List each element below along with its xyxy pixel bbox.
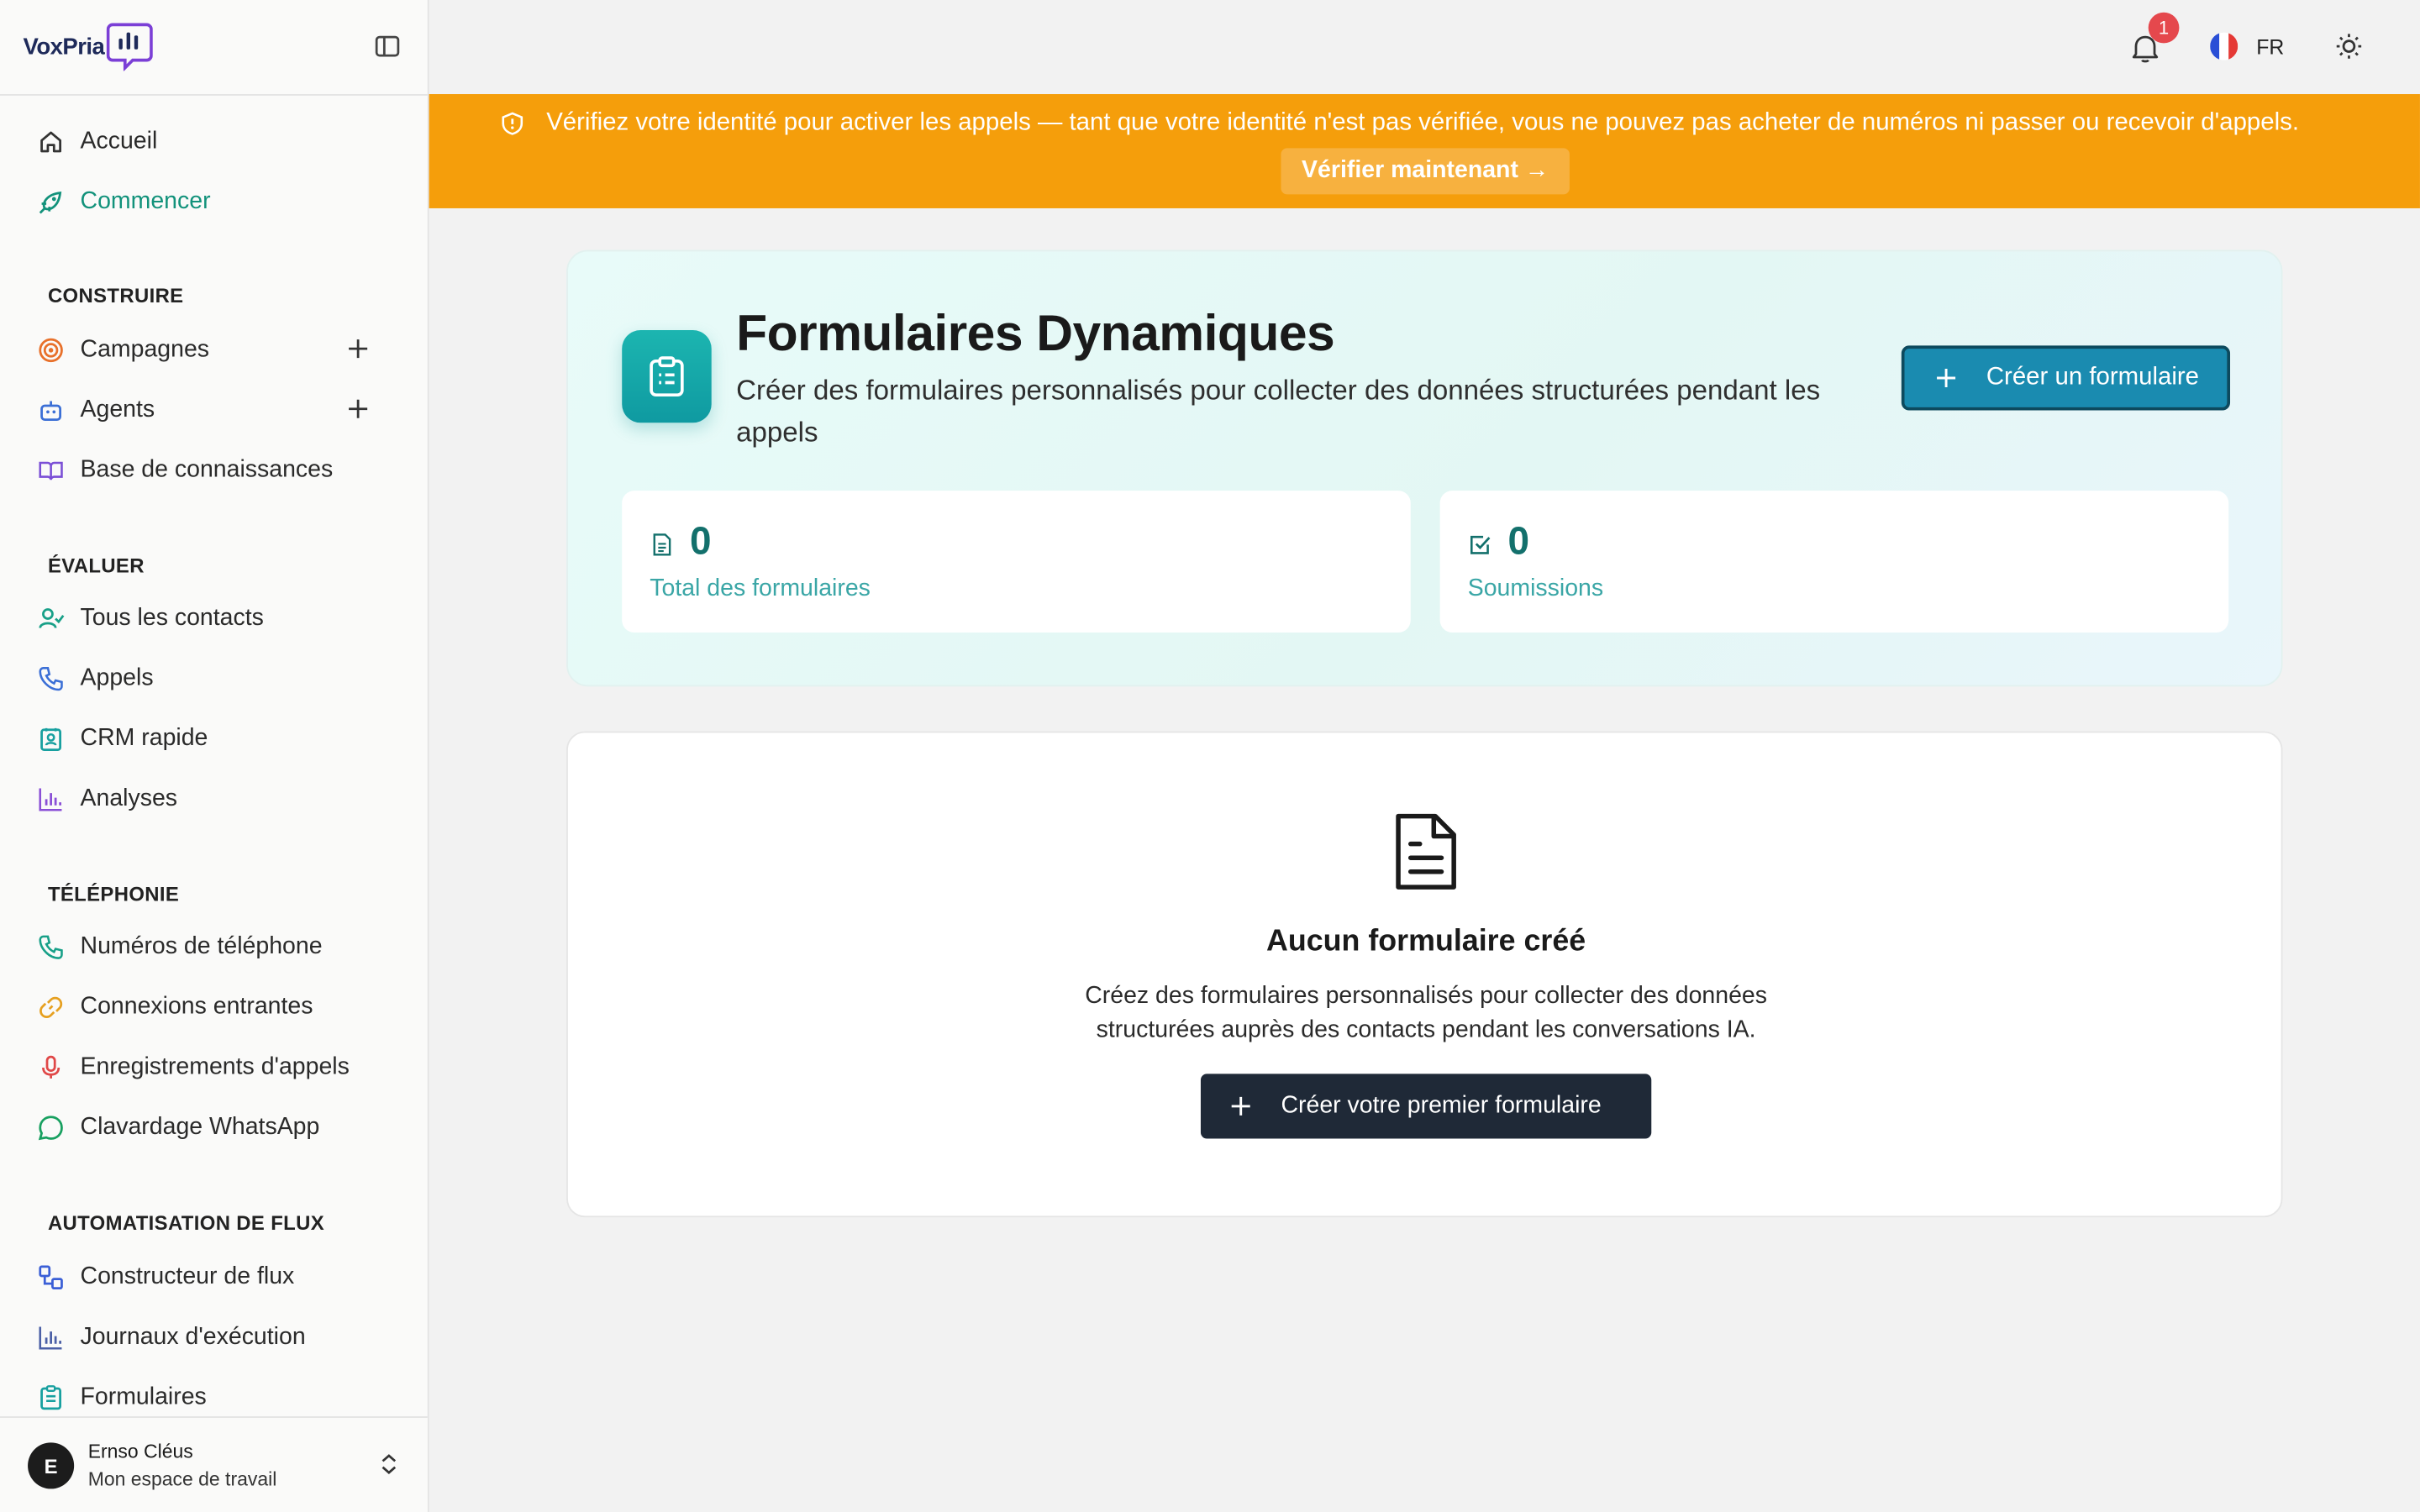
sidebar-item-label: Base de connaissances [80, 456, 334, 483]
forms-header-card: Formulaires Dynamiques Créer des formula… [566, 249, 2283, 687]
sidebar-item-label: Appels [80, 664, 154, 691]
chevron-up-down-icon [381, 1454, 397, 1474]
plus-icon [1231, 1096, 1250, 1116]
sidebar-item-label: Tous les contacts [80, 604, 264, 632]
sidebar-item-appels[interactable]: Appels [37, 656, 392, 702]
empty-state-card: Aucun formulaire créé Créez des formulai… [566, 731, 2283, 1218]
sidebar-item-journaux[interactable]: Journaux d'exécution [37, 1315, 392, 1361]
banner-message: Vérifiez votre identité pour activer les… [500, 109, 2299, 137]
sidebar-item-label: Commencer [80, 188, 211, 215]
empty-state-title: Aucun formulaire créé [1266, 924, 1586, 958]
sidebar-item-label: Numéros de téléphone [80, 933, 323, 960]
stat-label: Soumissions [1467, 575, 1604, 602]
sidebar-header: VoxPria [0, 0, 428, 96]
logo[interactable]: VoxPria [24, 22, 153, 71]
sidebar-item-label: Agents [80, 396, 155, 423]
sidebar-item-contacts[interactable]: Tous les contacts [37, 596, 392, 642]
clipboard-list-icon [622, 330, 712, 423]
sidebar-item-label: Constructeur de flux [80, 1263, 295, 1290]
file-text-icon [1396, 813, 1456, 890]
sidebar-item-enregistrements[interactable]: Enregistrements d'appels [37, 1044, 392, 1090]
empty-state-description: Créez des formulaires personnalisés pour… [1085, 982, 1768, 1043]
stat-card-total-forms: 0 Total des formulaires [622, 491, 1411, 633]
sidebar-item-crm-rapide[interactable]: CRM rapide [37, 716, 392, 762]
sidebar-item-constructeur[interactable]: Constructeur de flux [37, 1254, 392, 1300]
workspace-name: Mon espace de travail [87, 1468, 277, 1491]
banner-text: Vérifiez votre identité pour activer les… [546, 109, 2300, 136]
bar-chart-icon [37, 1324, 65, 1352]
contact-card-icon [37, 725, 65, 753]
clipboard-icon [37, 1384, 65, 1412]
users-icon [37, 605, 65, 633]
sidebar-item-agents[interactable]: Agents [37, 387, 392, 433]
verification-banner: Vérifiez votre identité pour activer les… [429, 94, 2420, 208]
sidebar-item-label: CRM rapide [80, 725, 208, 752]
page-subtitle: Créer des formulaires personnalisés pour… [736, 375, 1821, 448]
stat-value: 0 [1507, 519, 1529, 564]
user-name: Ernso Cléus [87, 1441, 193, 1463]
sidebar-item-base-connaissances[interactable]: Base de connaissances [37, 448, 392, 494]
home-icon [37, 128, 65, 155]
sidebar-item-label: Analyses [80, 785, 178, 812]
phone-icon [37, 933, 65, 961]
create-form-label: Créer un formulaire [1986, 364, 2199, 391]
sidebar-item-numeros[interactable]: Numéros de téléphone [37, 924, 392, 970]
sidebar-item-commencer[interactable]: Commencer [37, 179, 392, 225]
sidebar-item-whatsapp[interactable]: Clavardage WhatsApp [37, 1105, 392, 1151]
link-icon [37, 994, 65, 1021]
page-title: Formulaires Dynamiques [736, 303, 1335, 361]
sidebar-item-connexions[interactable]: Connexions entrantes [37, 984, 392, 1031]
sidebar-item-label: Accueil [80, 128, 158, 155]
stat-value: 0 [690, 519, 712, 564]
language-selector[interactable]: FR [2210, 29, 2284, 63]
section-evaluer: ÉVALUER [47, 554, 145, 577]
plus-icon [1937, 368, 1956, 388]
sidebar-item-label: Campagnes [80, 336, 210, 363]
book-icon [37, 457, 65, 485]
topbar: 1 FR [429, 0, 2420, 95]
shield-alert-icon [502, 112, 523, 135]
stat-label: Total des formulaires [650, 575, 871, 602]
create-first-form-button[interactable]: Créer votre premier formulaire [1200, 1074, 1652, 1139]
sidebar-item-campagnes[interactable]: Campagnes [37, 327, 392, 373]
stat-card-submissions: 0 Soumissions [1439, 491, 2229, 633]
section-construire: CONSTRUIRE [47, 283, 184, 307]
sidebar-toggle-icon[interactable] [373, 33, 401, 60]
microphone-icon [37, 1053, 65, 1081]
check-square-icon [1470, 535, 1491, 554]
section-telephonie: TÉLÉPHONIE [47, 882, 180, 906]
sidebar-item-analyses[interactable]: Analyses [37, 776, 392, 822]
logo-text: VoxPria [23, 33, 105, 60]
sidebar-item-label: Clavardage WhatsApp [80, 1114, 320, 1141]
france-flag-icon [2210, 32, 2238, 60]
notification-badge: 1 [2148, 12, 2180, 44]
workflow-icon [37, 1263, 65, 1291]
sidebar-item-label: Journaux d'exécution [80, 1323, 306, 1351]
sidebar-nav: Accueil Commencer CONSTRUIRE Campagnes A… [0, 96, 428, 1416]
sidebar-item-label: Enregistrements d'appels [80, 1053, 350, 1080]
phone-icon [37, 665, 65, 693]
sidebar-item-accueil[interactable]: Accueil [37, 118, 392, 165]
chat-bubble-icon [37, 1114, 65, 1142]
add-campaign-plus-icon[interactable] [345, 336, 370, 360]
create-first-form-label: Créer votre premier formulaire [1281, 1092, 1602, 1119]
sun-icon[interactable] [2333, 31, 2365, 62]
bar-chart-icon [37, 785, 65, 813]
section-automatisation: AUTOMATISATION DE FLUX [47, 1210, 325, 1235]
create-form-button[interactable]: Créer un formulaire [1901, 345, 2231, 411]
avatar: E [28, 1442, 75, 1489]
verify-now-button[interactable]: Vérifier maintenant → [1281, 148, 1570, 195]
sidebar-item-label: Formulaires [80, 1383, 207, 1410]
add-agent-plus-icon[interactable] [345, 396, 370, 421]
target-icon [37, 336, 65, 364]
sidebar-item-label: Connexions entrantes [80, 993, 313, 1021]
language-code: FR [2256, 34, 2285, 58]
sidebar: VoxPria Accueil Commencer CONSTRUIRE Cam… [0, 0, 429, 1512]
bot-icon [37, 396, 65, 424]
document-icon [653, 533, 671, 556]
rocket-icon [37, 188, 65, 216]
user-menu[interactable]: E Ernso Cléus Mon espace de travail [0, 1416, 428, 1512]
logo-speech-bubble-icon [106, 23, 153, 71]
sidebar-item-formulaires[interactable]: Formulaires [37, 1374, 392, 1416]
